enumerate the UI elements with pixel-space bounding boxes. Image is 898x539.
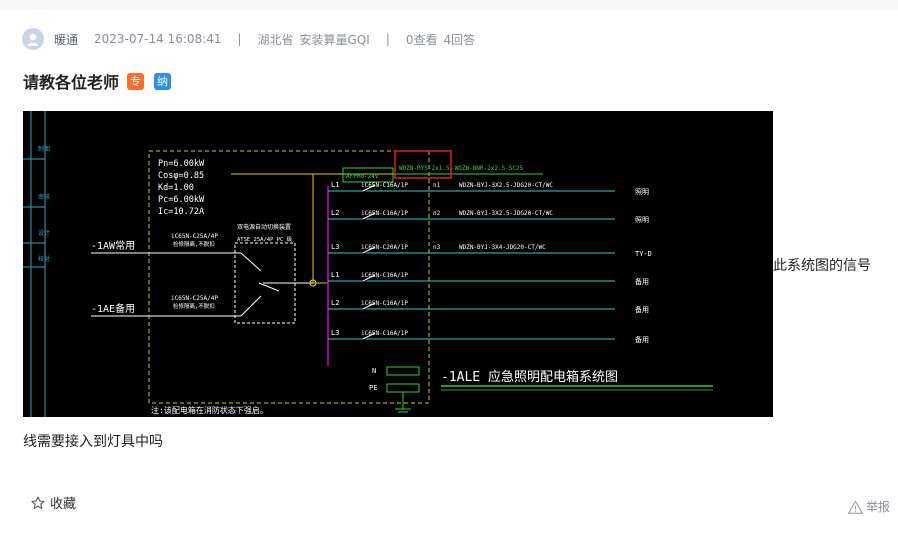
favorite-button[interactable]: 收藏: [30, 493, 76, 512]
diagram-title: -1ALE 应急照明配电箱系统图: [441, 369, 618, 385]
circuit-breaker: iC65N-C16A/1P: [361, 272, 408, 279]
param: Cosφ=0.85: [158, 171, 204, 181]
meta-separator: |: [385, 32, 390, 46]
circuit-load: 照明: [635, 188, 649, 196]
circuit-load: TY-D: [635, 250, 652, 258]
side-label: 设计: [38, 229, 50, 237]
n-label: N: [372, 367, 376, 375]
circuit-number: n1: [433, 182, 441, 189]
circuit-cable: WDZN-BYJ-3X2.5-JDG20-CT/WC: [459, 210, 553, 217]
param: Kd=1.00: [158, 183, 194, 193]
circuit-cable: WDZN-BYJ-3X2.5-JDG20-CT/WC: [459, 182, 553, 189]
report-label: 举报: [865, 500, 890, 514]
param: Pn=6.00kW: [158, 159, 205, 169]
circuit-breaker: iC65N-C16A/1P: [361, 210, 408, 217]
breaker-note: iC65N-C25A/4P: [171, 233, 218, 240]
breaker-sub: 检修隔离,不脱扣: [173, 240, 215, 248]
favorite-label: 收藏: [50, 497, 77, 512]
circuit-load: 备用: [635, 277, 649, 286]
footnote: 注:该配电箱在消防状态下强启。: [151, 405, 268, 415]
param: Pc=6.00kW: [158, 195, 205, 205]
author-name[interactable]: 暖通: [54, 31, 78, 48]
circuit-breaker: iC65N-C16A/1P: [361, 182, 408, 189]
circuit-phase: L2: [331, 299, 339, 307]
circuit-number: n2: [433, 210, 441, 217]
report-button[interactable]: 举报: [848, 498, 890, 515]
breaker-sub: 检修隔离,不脱扣: [173, 302, 215, 310]
question-text-continued: 线需要接入到灯具中吗: [23, 434, 163, 450]
question-title-row: 请教各位老师 专 纳: [23, 68, 172, 94]
meta-separator: |: [237, 32, 242, 46]
circuit-breaker: iC65N-C16A/1P: [361, 300, 408, 307]
question-text-inline: 此系统图的信号: [773, 258, 871, 274]
post-meta: 暖通 2023-07-14 16:08:41 | 湖北省 安装算量GQI | 0…: [22, 28, 475, 50]
answer-count: 4回答: [443, 32, 476, 47]
question-title: 请教各位老师: [23, 73, 120, 92]
box-label: AFPM0-24V: [346, 173, 379, 180]
circuit-load: 照明: [635, 216, 649, 224]
question-card: 暖通 2023-07-14 16:08:41 | 湖北省 安装算量GQI | 0…: [0, 10, 898, 539]
circuit-phase: L1: [331, 271, 339, 279]
param: Ic=10.72A: [158, 207, 204, 217]
side-label: 制图: [38, 145, 50, 153]
user-avatar-icon: [27, 33, 39, 46]
ats-labels: ATSE 25A/4P PC 级: [237, 235, 293, 243]
breaker-note: iC65N-C25A/4P: [171, 295, 218, 302]
circuit-cable: WDZN-BYJ-3X4-JDG20-CT/WC: [459, 244, 546, 251]
post-datetime: 2023-07-14 16:08:41: [94, 32, 222, 46]
circuit-breaker: iC65N-C20A/1P: [361, 244, 408, 251]
pe-label: PE: [369, 384, 377, 392]
badge-zhuan: 专: [127, 72, 145, 90]
cad-system-diagram-image[interactable]: 制图 审核 设计 校对 Pn=6.00kW Cosφ=0.85 Kd=1.00 …: [23, 111, 773, 417]
feeder-backup: -1AE备用: [91, 302, 135, 315]
circuit-load: 备用: [635, 335, 649, 344]
side-label: 审核: [38, 193, 50, 201]
avatar[interactable]: [22, 28, 44, 50]
badge-na: 纳: [154, 72, 172, 90]
circuit-phase: L3: [331, 243, 339, 251]
circuit-load: 备用: [635, 305, 649, 314]
ats-title: 双电源自动切换装置: [237, 223, 291, 231]
view-count: 0查看: [405, 32, 438, 47]
circuit-phase: L1: [331, 181, 339, 189]
star-icon: [31, 495, 45, 509]
circuit-breaker: iC65N-C16A/1P: [361, 330, 408, 337]
warning-icon: [848, 500, 863, 514]
post-province: 湖北省: [257, 32, 294, 47]
top-cable-label-2: -WDZN-BNR-2x2.5-SC25: [451, 165, 524, 172]
side-label: 校对: [38, 255, 50, 263]
top-cable-label: WDZN-RYS-2x1.5: [399, 165, 450, 172]
circuit-phase: L2: [331, 209, 339, 217]
circuit-phase: L3: [331, 329, 339, 337]
feeder-normal: -1AW常用: [91, 239, 135, 252]
circuit-number: n3: [433, 244, 441, 251]
post-category[interactable]: 安装算量GQI: [300, 31, 370, 48]
